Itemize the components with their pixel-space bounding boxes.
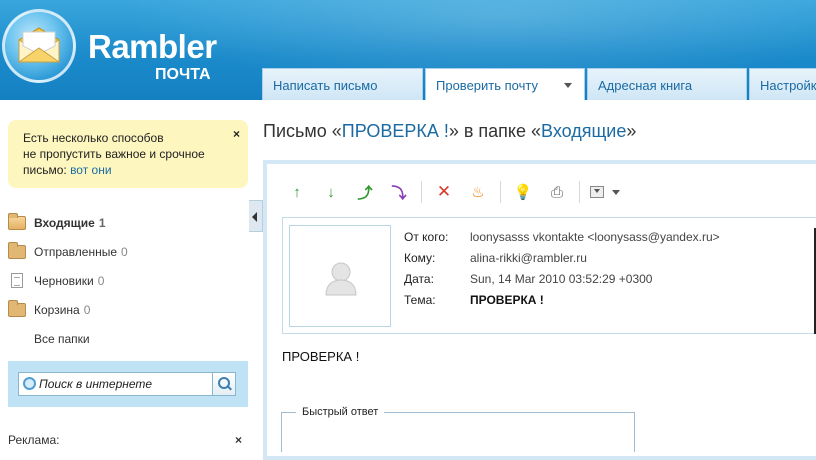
chevron-down-icon[interactable]	[563, 83, 572, 88]
web-search-input[interactable]	[39, 375, 209, 393]
brand-name: Rambler	[88, 28, 217, 65]
notice-link[interactable]: вот они	[70, 163, 111, 177]
folder-item-drafts[interactable]: Черновики 0	[8, 266, 248, 295]
quick-reply-box[interactable]: Быстрый ответ	[281, 406, 635, 452]
page-title: Письмо «ПРОВЕРКА !» в папке «Входящие»	[263, 121, 636, 142]
tab-settings-label: Настройки	[760, 78, 816, 93]
folder-count: 0	[121, 244, 128, 259]
close-icon[interactable]: ×	[235, 433, 242, 447]
message-body: ПРОВЕРКА !	[282, 349, 360, 364]
user-silhouette-icon	[325, 262, 357, 296]
header: Rambler ПОЧТА Написать письмо Проверить …	[0, 0, 816, 100]
main-tabs: Написать письмо Проверить почту Адресная…	[262, 68, 816, 100]
folder-item-trash[interactable]: Корзина 0	[8, 295, 248, 324]
to-value[interactable]: alina-rikki@rambler.ru	[470, 251, 587, 265]
folder-count: 0	[97, 273, 105, 288]
header-to-row: Кому: alina-rikki@rambler.ru	[404, 251, 587, 267]
rambler-mail-logo-icon[interactable]	[2, 9, 76, 83]
folder-icon	[8, 241, 26, 259]
quick-reply-label: Быстрый ответ	[296, 406, 385, 418]
tab-compose[interactable]: Написать письмо	[262, 68, 423, 100]
folder-list: Входящие 1 Отправленные 0 Черновики 0 Ко…	[8, 208, 248, 353]
folder-count: 1	[98, 215, 106, 230]
sender-avatar	[289, 225, 391, 327]
message-toolbar: ↑ ↓ ⤴ ⤵ ✕ ♨ 💡 ⎙	[285, 180, 620, 204]
tab-address-book[interactable]: Адресная книга	[587, 68, 747, 100]
arrow-up-icon[interactable]: ↑	[285, 180, 309, 204]
ads-label: Реклама:	[8, 433, 60, 447]
tab-compose-label: Написать письмо	[273, 78, 378, 93]
folder-item-inbox[interactable]: Входящие 1	[8, 208, 248, 237]
toolbar-divider	[579, 181, 580, 203]
folder-open-icon	[8, 212, 26, 230]
rambler-search-icon	[23, 377, 36, 390]
collapse-sidebar-button[interactable]	[249, 200, 263, 232]
from-label: От кого:	[404, 230, 449, 244]
spam-fire-icon[interactable]: ♨	[466, 180, 490, 204]
folder-name: Отправленные	[34, 244, 118, 259]
search-icon[interactable]	[212, 373, 235, 395]
title-suffix: »	[626, 121, 637, 141]
brand-subtitle: ПОЧТА	[155, 66, 211, 83]
reply-icon[interactable]: ⤴	[353, 180, 377, 204]
folder-item-sent[interactable]: Отправленные 0	[8, 237, 248, 266]
chevron-down-icon[interactable]	[612, 189, 620, 195]
folder-name: Черновики	[34, 273, 94, 288]
subject-value: ПРОВЕРКА !	[470, 293, 544, 307]
document-icon	[11, 273, 23, 288]
title-folder-link[interactable]: Входящие	[541, 121, 626, 141]
folder-count: 0	[83, 302, 91, 317]
download-icon[interactable]	[590, 186, 604, 198]
ads-block: Реклама: ×	[8, 433, 248, 447]
lightbulb-icon[interactable]: 💡	[511, 180, 535, 204]
date-label: Дата:	[404, 272, 434, 286]
header-subject-row: Тема: ПРОВЕРКА !	[404, 293, 544, 309]
folder-name: Входящие	[34, 215, 95, 230]
date-value: Sun, 14 Mar 2010 03:52:29 +0300	[470, 272, 653, 286]
notice-line-2: не пропустить важное и срочное	[23, 147, 205, 161]
title-subject-link[interactable]: ПРОВЕРКА !	[342, 121, 449, 141]
web-search-panel	[8, 361, 248, 407]
to-label: Кому:	[404, 251, 436, 265]
tab-address-book-label: Адресная книга	[598, 78, 693, 93]
header-date-row: Дата: Sun, 14 Mar 2010 03:52:29 +0300	[404, 272, 652, 288]
tips-notice: × Есть несколько способов не пропустить …	[8, 120, 248, 188]
arrow-down-icon[interactable]: ↓	[319, 180, 343, 204]
tab-check-mail-label: Проверить почту	[436, 78, 538, 93]
title-middle: » в папке «	[448, 121, 542, 141]
notice-line-3: письмо:	[23, 163, 67, 177]
from-value[interactable]: loonysasss vkontakte <loonysass@yandex.r…	[470, 230, 720, 244]
folder-name: Корзина	[34, 302, 80, 317]
title-prefix: Письмо «	[263, 121, 342, 141]
web-search-field	[18, 372, 236, 396]
close-icon[interactable]: ×	[233, 126, 240, 142]
tab-check-mail[interactable]: Проверить почту	[425, 68, 585, 100]
delete-icon[interactable]: ✕	[432, 180, 456, 204]
folder-icon	[8, 299, 26, 317]
subject-label: Тема:	[404, 293, 436, 307]
header-from-row: От кого: loonysasss vkontakte <loonysass@…	[404, 230, 720, 246]
all-folders-label: Все папки	[34, 331, 90, 346]
tab-settings[interactable]: Настройки	[749, 68, 816, 100]
toolbar-divider	[500, 181, 501, 203]
print-icon[interactable]: ⎙	[545, 180, 569, 204]
notice-line-1: Есть несколько способов	[23, 131, 164, 145]
toolbar-divider	[421, 181, 422, 203]
all-folders-link[interactable]: Все папки	[8, 324, 248, 353]
forward-icon[interactable]: ⤵	[387, 180, 411, 204]
